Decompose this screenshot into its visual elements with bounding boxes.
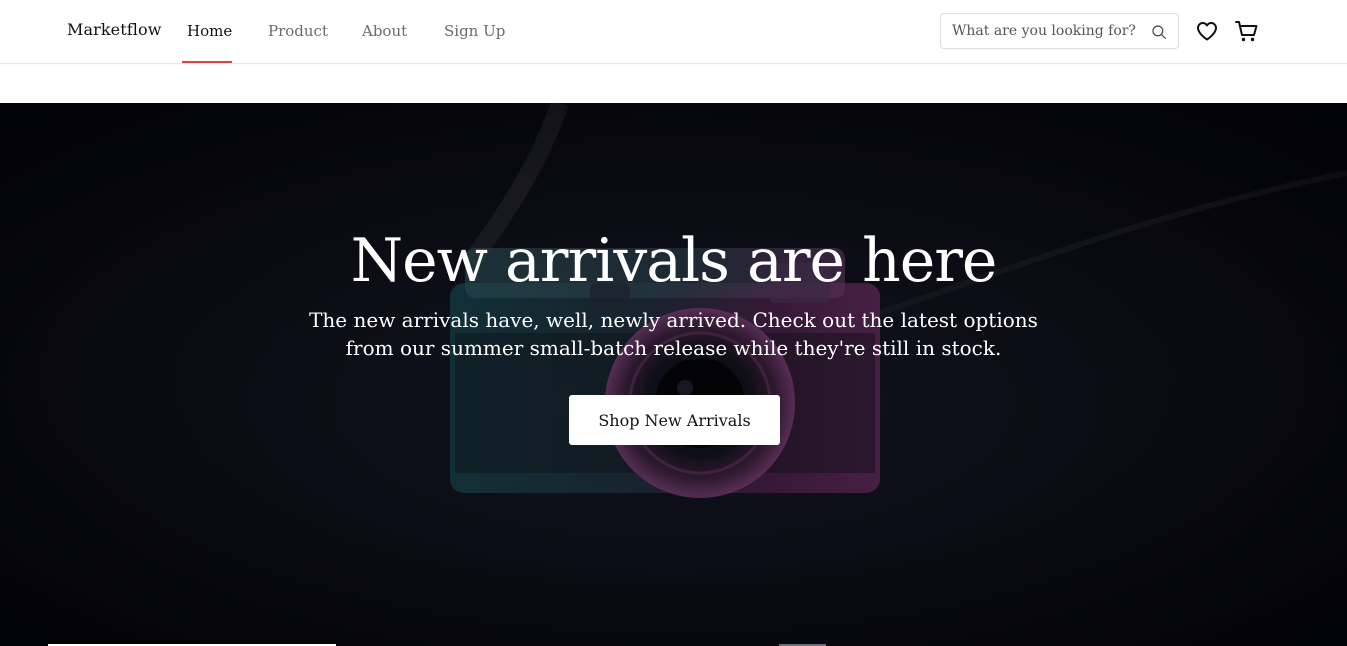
hero-section: New arrivals are here The new arrivals h… <box>0 103 1347 646</box>
cart-icon[interactable] <box>1234 18 1260 44</box>
hero-camera-image <box>0 103 1347 646</box>
shop-new-arrivals-button[interactable]: Shop New Arrivals <box>569 395 780 445</box>
nav-item-about[interactable]: About <box>362 22 407 40</box>
hero-subtitle: The new arrivals have, well, newly arriv… <box>309 308 1038 360</box>
hero-title: New arrivals are here <box>350 226 998 296</box>
nav-item-home[interactable]: Home <box>187 22 232 40</box>
search-icon[interactable] <box>1150 23 1168 41</box>
search-box <box>940 13 1179 49</box>
search-input[interactable] <box>952 14 1142 48</box>
active-nav-indicator <box>182 61 232 63</box>
site-header: Marketflow Home Product About Sign Up <box>0 0 1347 64</box>
heart-icon[interactable] <box>1195 19 1219 43</box>
brand-logo[interactable]: Marketflow <box>67 20 162 39</box>
nav-item-sign-up[interactable]: Sign Up <box>444 22 505 40</box>
nav-item-product[interactable]: Product <box>268 22 328 40</box>
